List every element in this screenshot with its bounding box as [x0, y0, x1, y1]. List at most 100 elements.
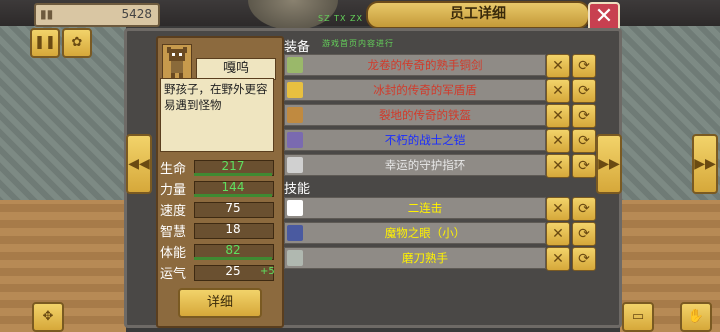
eye-icon: [287, 225, 303, 241]
stat-label: 体能: [160, 246, 187, 261]
next-page-button[interactable]: ▶▶: [692, 134, 718, 194]
stat-label: 速度: [160, 204, 187, 219]
stat-row-stamina: 体能 82: [160, 242, 278, 262]
move-icon: ✥: [42, 309, 54, 324]
equipment-name: 冰封的传奇的军盾盾: [373, 83, 477, 97]
wolf-character-icon: [167, 47, 187, 78]
cross-icon: ✕: [552, 108, 564, 124]
swap-icon: ⟳: [578, 158, 590, 174]
unequip-button[interactable]: ✕: [546, 154, 570, 178]
stat-value: 75: [225, 201, 241, 215]
cross-icon: ✕: [552, 201, 564, 217]
stat-bonus: +5: [260, 266, 275, 277]
swap-skill-button[interactable]: ⟳: [572, 222, 596, 246]
employee-description: 野孩子，在野外更容易遇到怪物: [160, 78, 274, 152]
stat-row-wisdom: 智慧 18: [160, 221, 278, 241]
stat-value: 217: [221, 159, 245, 173]
swap-icon: ⟳: [578, 133, 590, 149]
swap-icon: ⟳: [578, 226, 590, 242]
speed-button[interactable]: ✿: [62, 28, 92, 58]
hand-icon: ✋: [687, 309, 705, 324]
skill-row[interactable]: 二连击: [284, 197, 546, 219]
pause-icon: ❚❚: [34, 35, 56, 50]
skill-name: 磨刀熟手: [402, 251, 448, 265]
unequip-button[interactable]: ✕: [546, 54, 570, 78]
stat-value: 18: [225, 222, 241, 236]
helmet-icon: [287, 107, 303, 123]
speed-icon: ✿: [71, 35, 83, 50]
blade-icon: [287, 250, 303, 266]
swap-icon: ⟳: [578, 83, 590, 99]
shield-icon: [287, 82, 303, 98]
equipment-name: 幸运的守护指环: [384, 158, 466, 172]
swap-button[interactable]: ⟳: [572, 79, 596, 103]
equipment-row[interactable]: 裂地的传奇的铁盔: [284, 104, 546, 126]
unequip-button[interactable]: ✕: [546, 104, 570, 128]
cross-icon: ✕: [552, 58, 564, 74]
swap-icon: ⟳: [578, 58, 590, 74]
armor-icon: [287, 132, 303, 148]
equipment-name: 裂地的传奇的铁盔: [379, 108, 471, 122]
stat-fill: [194, 257, 272, 260]
skill-row[interactable]: 魔物之眼（小）: [284, 222, 546, 244]
stat-row-luck: 运气 25 +5: [160, 263, 278, 283]
scroll-message-2: 游戏首页内容进行: [322, 39, 394, 48]
swap-icon: ⟳: [578, 108, 590, 124]
skill-name: 二连击: [407, 201, 443, 215]
swap-button[interactable]: ⟳: [572, 129, 596, 153]
cross-icon: ✕: [552, 251, 564, 267]
equipment-row[interactable]: 不朽的战士之铠: [284, 129, 546, 151]
equipment-name: 不朽的战士之铠: [384, 133, 466, 147]
hand-button[interactable]: ✋: [680, 302, 712, 332]
stat-row-strength: 力量 144: [160, 179, 278, 199]
stat-fill: [194, 173, 272, 176]
unequip-button[interactable]: ✕: [546, 129, 570, 153]
double-left-icon: ◀◀: [128, 156, 150, 172]
stat-label: 智慧: [160, 225, 187, 240]
equipment-row[interactable]: 龙卷的传奇的熟手铜剑: [284, 54, 546, 76]
skills-title: 技能: [284, 182, 311, 197]
money-display: ▮▮ 5428: [34, 3, 160, 27]
book-button[interactable]: ▭: [622, 302, 654, 332]
swap-button[interactable]: ⟳: [572, 54, 596, 78]
stat-value: 144: [221, 180, 245, 194]
money-value: 5428: [121, 7, 152, 21]
ring-icon: [287, 157, 303, 173]
move-button[interactable]: ✥: [32, 302, 64, 332]
stat-label: 运气: [160, 267, 187, 282]
equipment-row[interactable]: 冰封的传奇的军盾盾: [284, 79, 546, 101]
swap-button[interactable]: ⟳: [572, 104, 596, 128]
skill-name: 魔物之眼（小）: [384, 226, 466, 240]
stat-row-speed: 速度 75: [160, 200, 278, 220]
detail-button[interactable]: 详细: [178, 288, 262, 318]
swap-skill-button[interactable]: ⟳: [572, 247, 596, 271]
employee-avatar: [162, 44, 192, 80]
next-employee-button[interactable]: ▶▶: [596, 134, 622, 194]
skill-row[interactable]: 磨刀熟手: [284, 247, 546, 269]
book-icon: ▭: [631, 309, 645, 324]
cross-icon: ✕: [552, 133, 564, 149]
top-bar: ▮▮ 5428 SZ TX ZX NZ LQQ STRDZ 员工详细 ✕: [0, 0, 720, 34]
stat-label: 生命: [160, 162, 187, 177]
money-chart-icon: ▮▮: [40, 7, 54, 21]
employee-name: 嘎呜: [196, 58, 276, 80]
stat-row-hp: 生命 217: [160, 158, 278, 178]
swap-icon: ⟳: [578, 251, 590, 267]
double-right-icon: ▶▶: [598, 156, 620, 172]
remove-skill-button[interactable]: ✕: [546, 197, 570, 221]
window-title: 员工详细: [366, 1, 590, 29]
double-right-icon: ▶▶: [694, 156, 716, 172]
slash-icon: [287, 200, 303, 216]
swap-button[interactable]: ⟳: [572, 154, 596, 178]
equipment-title: 装备: [284, 40, 311, 55]
remove-skill-button[interactable]: ✕: [546, 247, 570, 271]
cross-icon: ✕: [552, 158, 564, 174]
equipment-row[interactable]: 幸运的守护指环: [284, 154, 546, 176]
pause-button[interactable]: ❚❚: [30, 28, 60, 58]
unequip-button[interactable]: ✕: [546, 79, 570, 103]
stat-fill: [194, 194, 272, 197]
remove-skill-button[interactable]: ✕: [546, 222, 570, 246]
prev-employee-button[interactable]: ◀◀: [126, 134, 152, 194]
swap-skill-button[interactable]: ⟳: [572, 197, 596, 221]
equipment-name: 龙卷的传奇的熟手铜剑: [367, 58, 483, 72]
